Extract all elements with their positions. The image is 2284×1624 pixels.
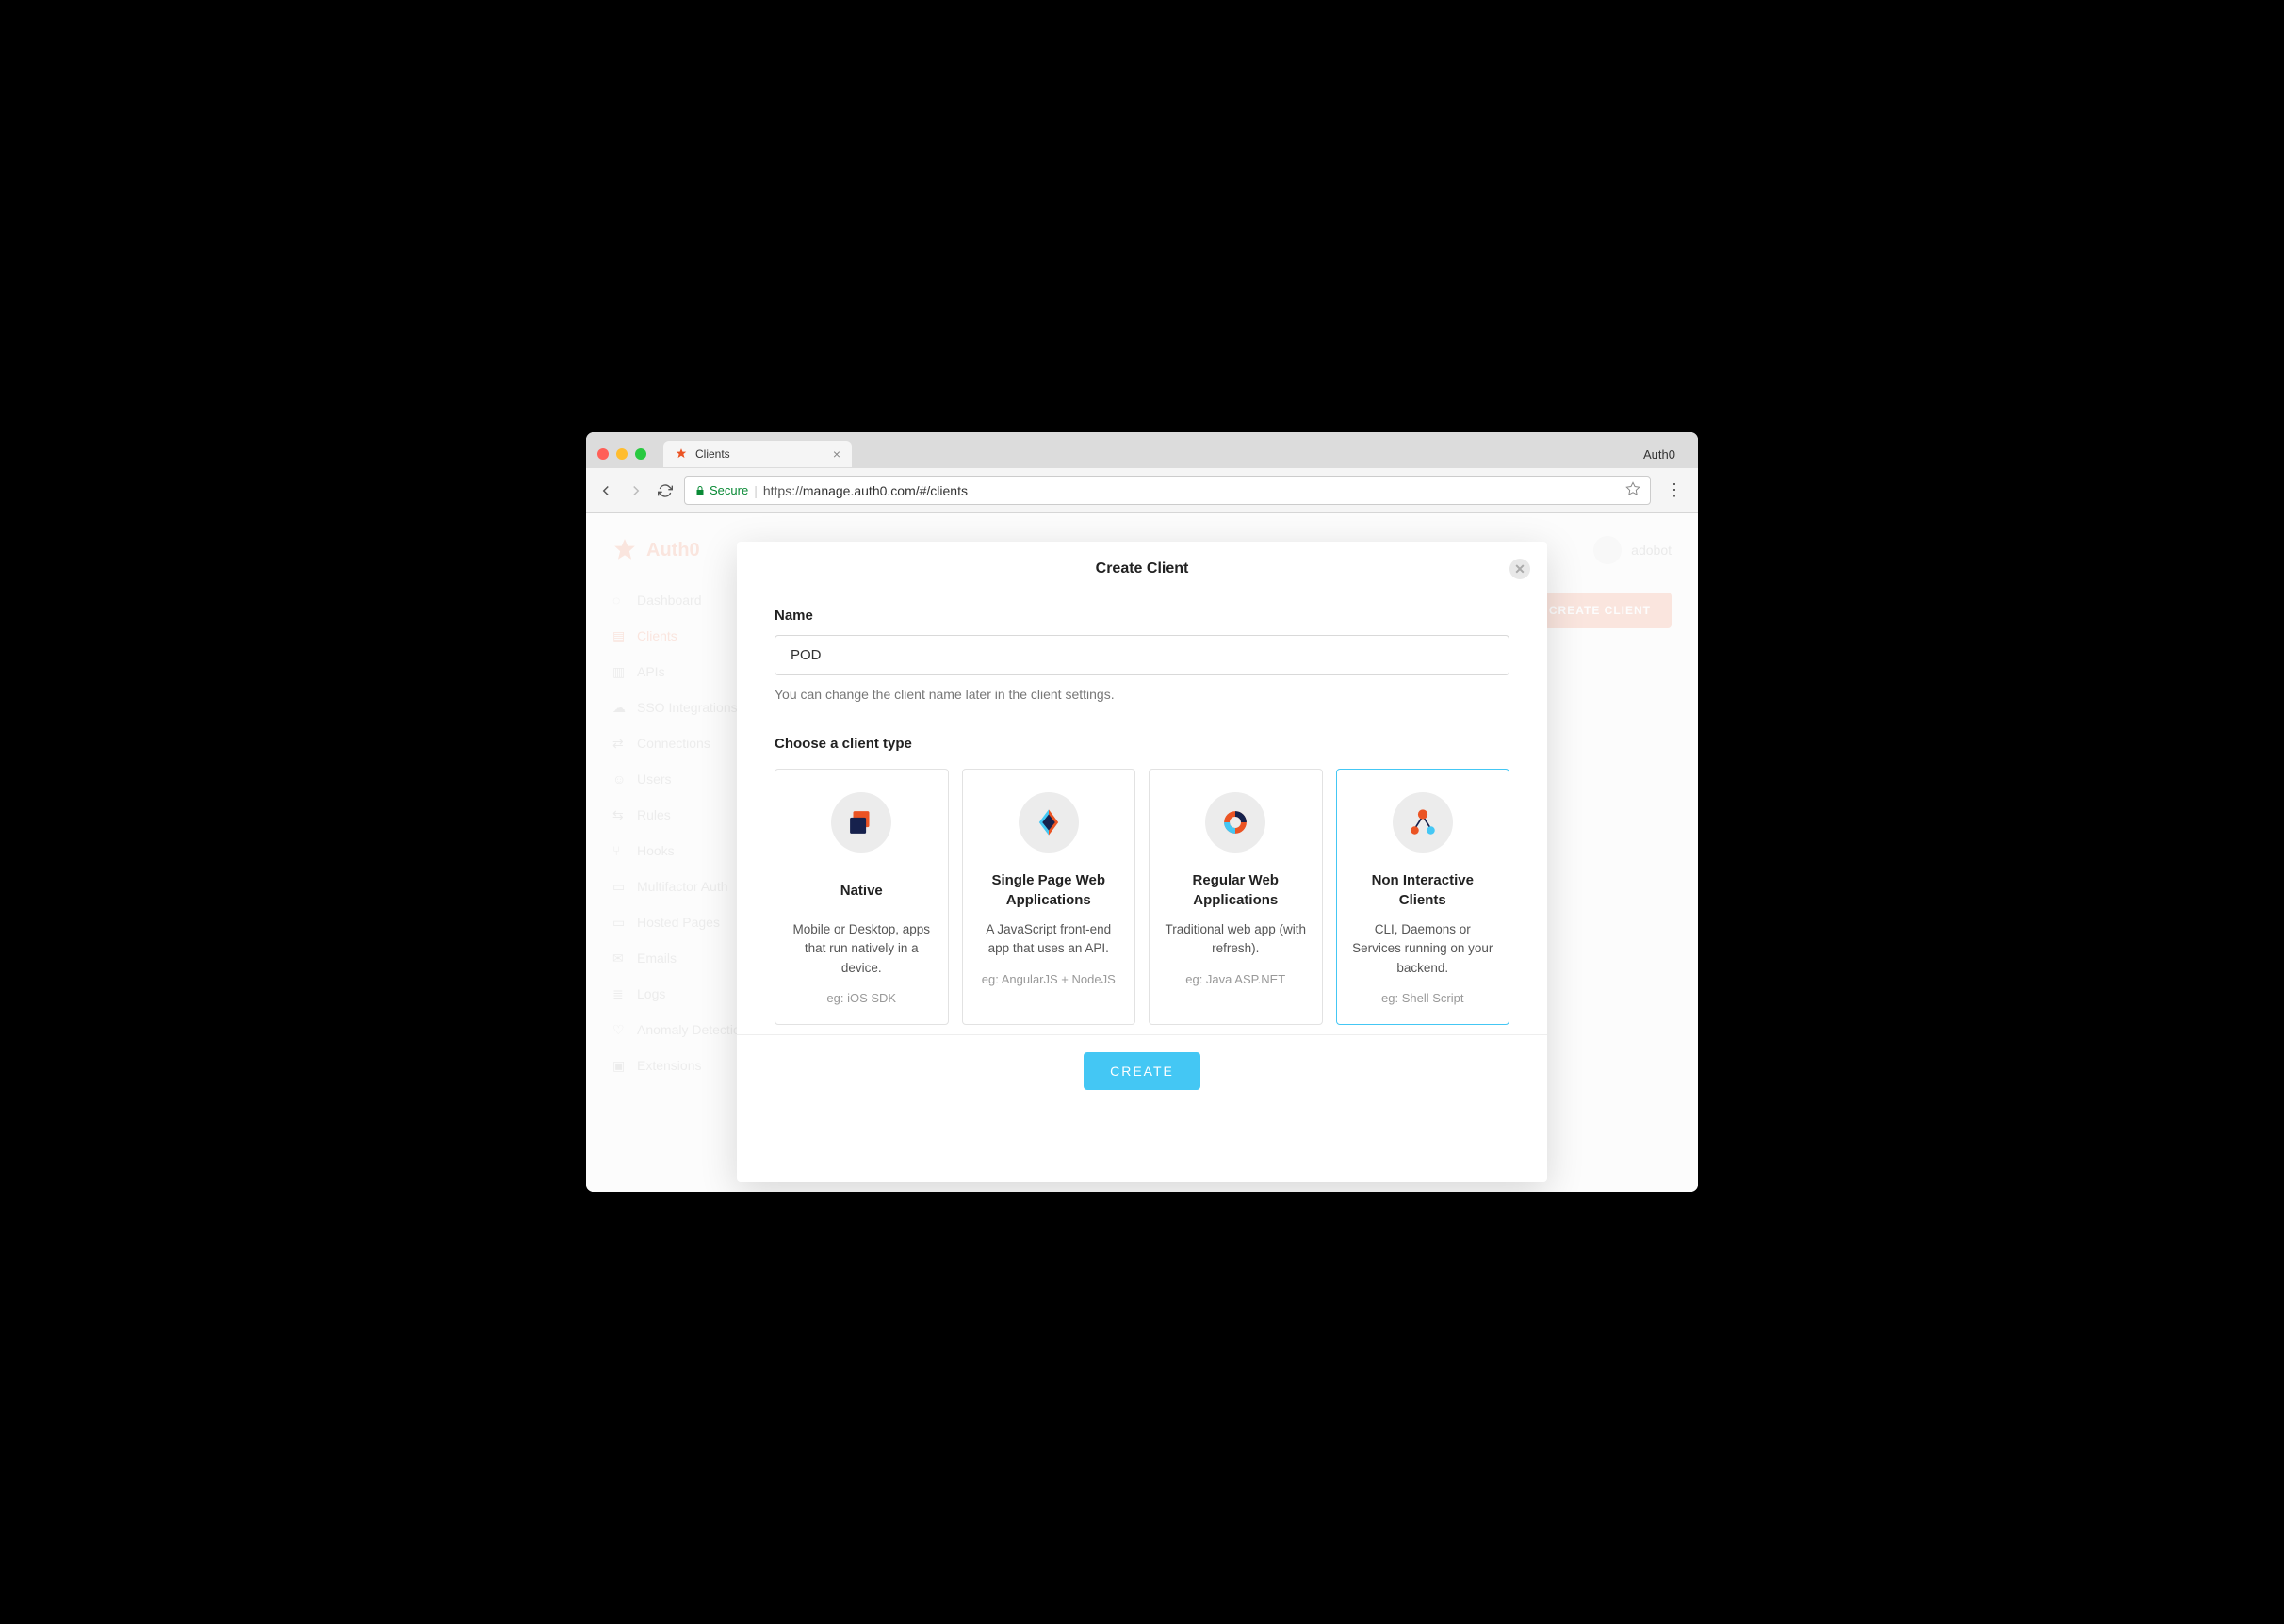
name-help-text: You can change the client name later in … [775,687,1509,702]
client-name-input[interactable] [775,635,1509,675]
client-type-spa[interactable]: Single Page Web Applications A JavaScrip… [962,769,1136,1025]
card-desc: A JavaScript front-end app that uses an … [974,920,1124,959]
native-icon [831,792,891,853]
client-type-native[interactable]: Native Mobile or Desktop, apps that run … [775,769,949,1025]
modal-close-button[interactable]: ✕ [1509,559,1530,579]
address-bar-row: Secure | https://manage.auth0.com/#/clie… [586,468,1698,513]
reload-button[interactable] [658,482,673,499]
create-client-modal: Create Client ✕ Name You can change the … [737,542,1547,1182]
back-button[interactable] [597,482,614,499]
card-eg: eg: AngularJS + NodeJS [982,972,1116,986]
regular-web-icon [1205,792,1265,853]
client-type-non-interactive[interactable]: Non Interactive Clients CLI, Daemons or … [1336,769,1510,1025]
create-button[interactable]: CREATE [1084,1052,1200,1090]
modal-footer: CREATE [737,1034,1547,1107]
type-section-label: Choose a client type [775,736,1509,752]
window-close-icon[interactable] [597,448,609,460]
browser-window: Clients × Auth0 Secure [586,432,1698,1192]
forward-button[interactable] [628,482,644,499]
bookmark-star-icon[interactable] [1625,481,1640,499]
card-title: Regular Web Applications [1161,869,1311,911]
card-title: Native [837,869,887,911]
browser-menu-icon[interactable]: ⋮ [1662,480,1687,500]
modal-title: Create Client [1096,560,1189,577]
nav-buttons [597,482,673,499]
client-type-regular-web[interactable]: Regular Web Applications Traditional web… [1149,769,1323,1025]
window-zoom-icon[interactable] [635,448,646,460]
modal-header: Create Client ✕ [737,542,1547,585]
card-eg: eg: Java ASP.NET [1185,972,1285,986]
browser-tab[interactable]: Clients × [663,441,852,467]
tab-title: Clients [695,447,730,461]
viewport: Auth0 adobot ◌Dashboard ▤Clients ▥APIs ☁… [586,513,1698,1192]
name-label: Name [775,608,1509,624]
client-type-grid: Native Mobile or Desktop, apps that run … [775,769,1509,1025]
modal-overlay: Create Client ✕ Name You can change the … [586,513,1698,1192]
tab-close-icon[interactable]: × [833,447,840,462]
non-interactive-icon [1393,792,1453,853]
url-text: https://manage.auth0.com/#/clients [763,483,1620,498]
spa-icon [1019,792,1079,853]
traffic-lights [597,448,646,460]
secure-indicator: Secure [694,483,748,497]
card-title: Single Page Web Applications [974,869,1124,911]
address-bar[interactable]: Secure | https://manage.auth0.com/#/clie… [684,476,1651,505]
tab-bar: Clients × Auth0 [586,432,1698,468]
window-minimize-icon[interactable] [616,448,628,460]
window-title: Auth0 [1643,447,1687,462]
card-desc: Mobile or Desktop, apps that run nativel… [787,920,937,978]
auth0-favicon-icon [675,447,688,461]
close-icon: ✕ [1514,561,1525,577]
browser-chrome: Clients × Auth0 Secure [586,432,1698,513]
card-eg: eg: Shell Script [1381,991,1463,1005]
card-title: Non Interactive Clients [1348,869,1498,911]
card-desc: Traditional web app (with refresh). [1161,920,1311,959]
card-desc: CLI, Daemons or Services running on your… [1348,920,1498,978]
modal-body: Name You can change the client name late… [737,585,1547,1034]
card-eg: eg: iOS SDK [826,991,896,1005]
secure-label: Secure [710,483,748,497]
